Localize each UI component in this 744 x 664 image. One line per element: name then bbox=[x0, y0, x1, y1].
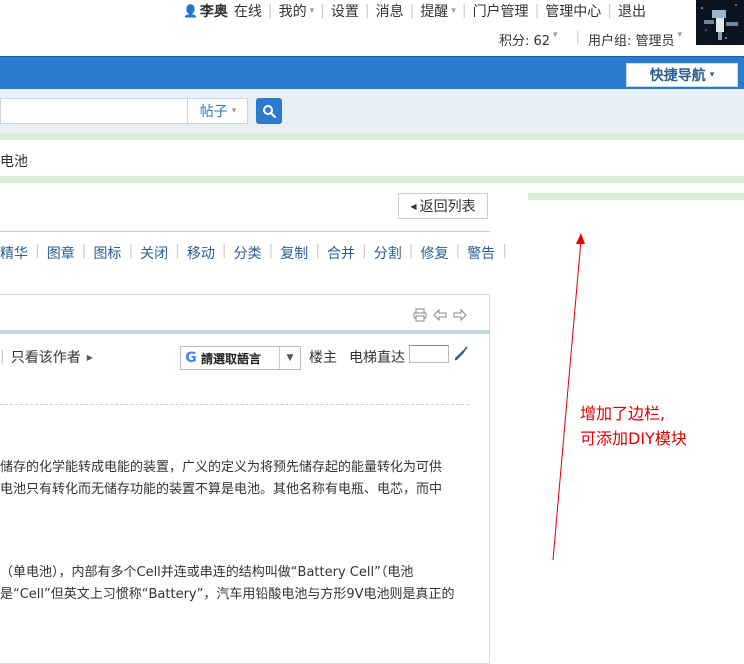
mod-category[interactable]: 分类 bbox=[234, 243, 262, 263]
elevator-label: 电梯直达 bbox=[349, 350, 405, 366]
mod-split[interactable]: 分割 bbox=[374, 243, 402, 263]
elevator-input[interactable] bbox=[409, 345, 449, 363]
post-text-line: （单电池），内部有多个Cell并连或串连的结构叫做“Battery Cell”（… bbox=[0, 565, 414, 580]
divider: | bbox=[534, 3, 540, 19]
avatar[interactable] bbox=[696, 0, 744, 45]
quick-nav-button[interactable]: 快捷导航 ▾ bbox=[626, 63, 738, 87]
mod-icon[interactable]: 图标 bbox=[93, 243, 121, 263]
divider: | bbox=[267, 3, 273, 19]
divider: | bbox=[362, 243, 367, 259]
search-type-select[interactable]: 帖子 ▾ bbox=[187, 99, 248, 123]
print-icon[interactable] bbox=[413, 308, 427, 322]
search-type-label: 帖子 bbox=[199, 104, 228, 120]
top-links-bar: 👤 李奥 在线 | 我的 ▾ | 设置 | 消息 | 提醒 ▾ | 门户管理 | 管… bbox=[183, 0, 646, 22]
arrow-right-icon[interactable] bbox=[453, 308, 467, 322]
floor-label: 楼主 bbox=[309, 350, 337, 366]
arrow-left-icon[interactable] bbox=[433, 308, 447, 322]
mod-merge[interactable]: 合并 bbox=[327, 243, 355, 263]
google-icon: G bbox=[185, 350, 197, 366]
chevron-down-icon: ▾ bbox=[309, 6, 315, 16]
divider bbox=[0, 231, 490, 232]
mod-repair[interactable]: 修复 bbox=[420, 243, 448, 263]
divider: | bbox=[408, 243, 414, 259]
annotation-line: 增加了边栏, bbox=[580, 404, 666, 423]
divider: | bbox=[315, 243, 321, 259]
divider: | bbox=[81, 243, 87, 259]
settings-link[interactable]: 设置 bbox=[331, 1, 359, 21]
chevron-down-icon: ▾ bbox=[451, 6, 456, 16]
post-text-line: 储存的化学能转成电能的装置，广义的定义为将预先储存起的能量转化为可供 bbox=[0, 460, 443, 475]
avatar-image bbox=[696, 0, 744, 45]
sidebar-diy-area bbox=[528, 193, 744, 200]
mod-warn[interactable]: 警告 bbox=[467, 243, 495, 263]
divider bbox=[0, 176, 744, 183]
divider: | bbox=[268, 243, 274, 259]
post-paragraph: 储存的化学能转成电能的装置，广义的定义为将预先储存起的能量转化为可供 电池只有转… bbox=[0, 457, 442, 501]
breadcrumb[interactable]: 电池 bbox=[0, 151, 28, 171]
divider: | bbox=[455, 243, 461, 259]
divider: | bbox=[320, 3, 325, 19]
chevron-down-icon: ▾ bbox=[709, 70, 715, 80]
divider bbox=[0, 330, 490, 334]
translate-label: 請選取語言 bbox=[201, 351, 262, 366]
mod-copy[interactable]: 复制 bbox=[280, 243, 308, 263]
divider: | bbox=[607, 3, 612, 19]
mod-move[interactable]: 移动 bbox=[187, 243, 215, 263]
quick-nav-label: 快捷导航 bbox=[649, 68, 706, 84]
chevron-down-icon: ▼ bbox=[279, 347, 300, 369]
chevron-down-icon: ▾ bbox=[677, 30, 682, 40]
google-translate-select[interactable]: G 請選取語言 ▼ bbox=[180, 346, 301, 370]
divider: | bbox=[0, 349, 5, 365]
divider: | bbox=[128, 243, 134, 259]
usergroup-link[interactable]: 用户组: 管理员 bbox=[588, 30, 675, 49]
back-to-list-button[interactable]: ◀ 返回列表 bbox=[398, 193, 488, 219]
post-paragraph: （单电池），内部有多个Cell并连或串连的结构叫做“Battery Cell”（… bbox=[0, 562, 455, 606]
moderation-toolbar: 精华 | 图章 | 图标 | 关闭 | 移动 | 分类 | 复制 | 合并 | 分割 | 修复 | … bbox=[0, 243, 514, 263]
search-button[interactable] bbox=[256, 98, 282, 124]
post-text-line: 是“Cell”但英文上习惯称“Battery”，汽车用铅酸电池与方形9V电池则是… bbox=[0, 587, 455, 602]
search-input[interactable]: 帖子 ▾ bbox=[0, 98, 248, 124]
divider: | bbox=[175, 243, 180, 259]
caret-left-icon: ◀ bbox=[410, 201, 417, 211]
caret-right-icon: ▶ bbox=[86, 352, 93, 362]
main-nav-bar: 快捷导航 ▾ bbox=[0, 56, 744, 89]
divider: | bbox=[461, 3, 467, 19]
divider: | bbox=[502, 243, 507, 259]
user-icon: 👤 bbox=[182, 4, 198, 18]
user-stats: 积分: 62 ▾ | 用户组: 管理员 ▾ bbox=[499, 30, 682, 49]
reminders-link[interactable]: 提醒 bbox=[420, 1, 448, 21]
divider: | bbox=[364, 3, 370, 19]
post-tools bbox=[413, 308, 467, 322]
post-text-line: 电池只有转化而无储存功能的装置不算是电池。其他名称有电瓶、电芯，而中 bbox=[0, 482, 443, 497]
divider: | bbox=[35, 243, 40, 259]
search-bar: 帖子 ▾ bbox=[0, 89, 744, 133]
mod-close[interactable]: 关闭 bbox=[140, 243, 168, 263]
divider bbox=[0, 133, 744, 140]
annotation-line: 可添加DIY模块 bbox=[580, 429, 687, 448]
chevron-down-icon: ▾ bbox=[231, 106, 237, 116]
username-link[interactable]: 李奥 bbox=[200, 1, 228, 21]
annotation-arrow bbox=[552, 233, 585, 561]
chevron-down-icon: ▾ bbox=[553, 30, 558, 40]
divider bbox=[0, 404, 469, 405]
only-author-link[interactable]: 只看该作者 bbox=[11, 347, 81, 367]
my-menu-link[interactable]: 我的 bbox=[279, 1, 307, 21]
annotation-note: 增加了边栏, 可添加DIY模块 bbox=[580, 401, 687, 451]
admin-center-link[interactable]: 管理中心 bbox=[545, 1, 601, 21]
credits-link[interactable]: 积分: 62 bbox=[499, 30, 550, 49]
messages-link[interactable]: 消息 bbox=[376, 1, 404, 21]
wrench-icon bbox=[454, 346, 468, 361]
logout-link[interactable]: 退出 bbox=[618, 1, 646, 21]
jump-icon[interactable] bbox=[454, 345, 470, 365]
online-status[interactable]: 在线 bbox=[234, 1, 262, 21]
search-icon bbox=[263, 105, 276, 118]
mod-digest[interactable]: 精华 bbox=[0, 243, 28, 263]
divider: | bbox=[221, 243, 227, 259]
back-to-list-label: 返回列表 bbox=[419, 199, 476, 215]
portal-admin-link[interactable]: 门户管理 bbox=[473, 1, 529, 21]
divider: | bbox=[575, 30, 580, 45]
author-line: | 只看该作者 ▶ bbox=[0, 347, 93, 367]
divider: | bbox=[409, 3, 415, 19]
mod-stamp[interactable]: 图章 bbox=[47, 243, 75, 263]
